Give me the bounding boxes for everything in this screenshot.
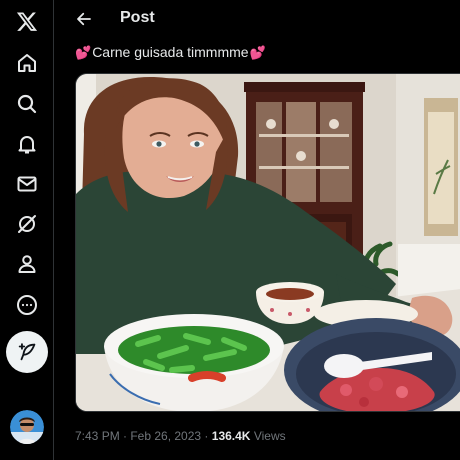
search-icon[interactable] xyxy=(11,88,43,120)
view-label: Views xyxy=(253,429,286,443)
grok-icon[interactable] xyxy=(11,208,43,240)
more-icon[interactable] xyxy=(11,289,43,321)
x-logo-icon[interactable] xyxy=(11,6,43,38)
mail-icon[interactable] xyxy=(11,168,43,200)
arrow-left-icon xyxy=(77,12,91,26)
main-column: Post 💕 Carne guisada timmmme 💕 7:43 PM ·… xyxy=(62,0,460,460)
tweet-meta: 7:43 PM · Feb 26, 2023 · 136.4K Views xyxy=(75,429,286,443)
tweet-photo[interactable] xyxy=(75,73,460,412)
bell-icon[interactable] xyxy=(11,128,43,160)
feather-plus-icon xyxy=(18,343,36,361)
tweet-text-content: Carne guisada timmmme xyxy=(92,44,249,60)
tweet-text: 💕 Carne guisada timmmme 💕 xyxy=(75,44,266,60)
compose-post-button[interactable] xyxy=(6,331,48,373)
home-icon[interactable] xyxy=(11,47,43,79)
profile-icon[interactable] xyxy=(11,248,43,280)
page-title: Post xyxy=(120,9,155,26)
back-button[interactable] xyxy=(72,7,96,31)
sidebar-nav xyxy=(0,0,54,460)
two-hearts-icon: 💕 xyxy=(75,44,92,60)
meta-separator: · xyxy=(204,429,209,443)
account-avatar[interactable] xyxy=(10,410,44,444)
view-count: 136.4K xyxy=(211,429,251,443)
page-header: Post xyxy=(62,0,460,38)
tweet-timestamp[interactable]: 7:43 PM · Feb 26, 2023 xyxy=(75,429,201,443)
two-hearts-icon: 💕 xyxy=(249,44,266,60)
